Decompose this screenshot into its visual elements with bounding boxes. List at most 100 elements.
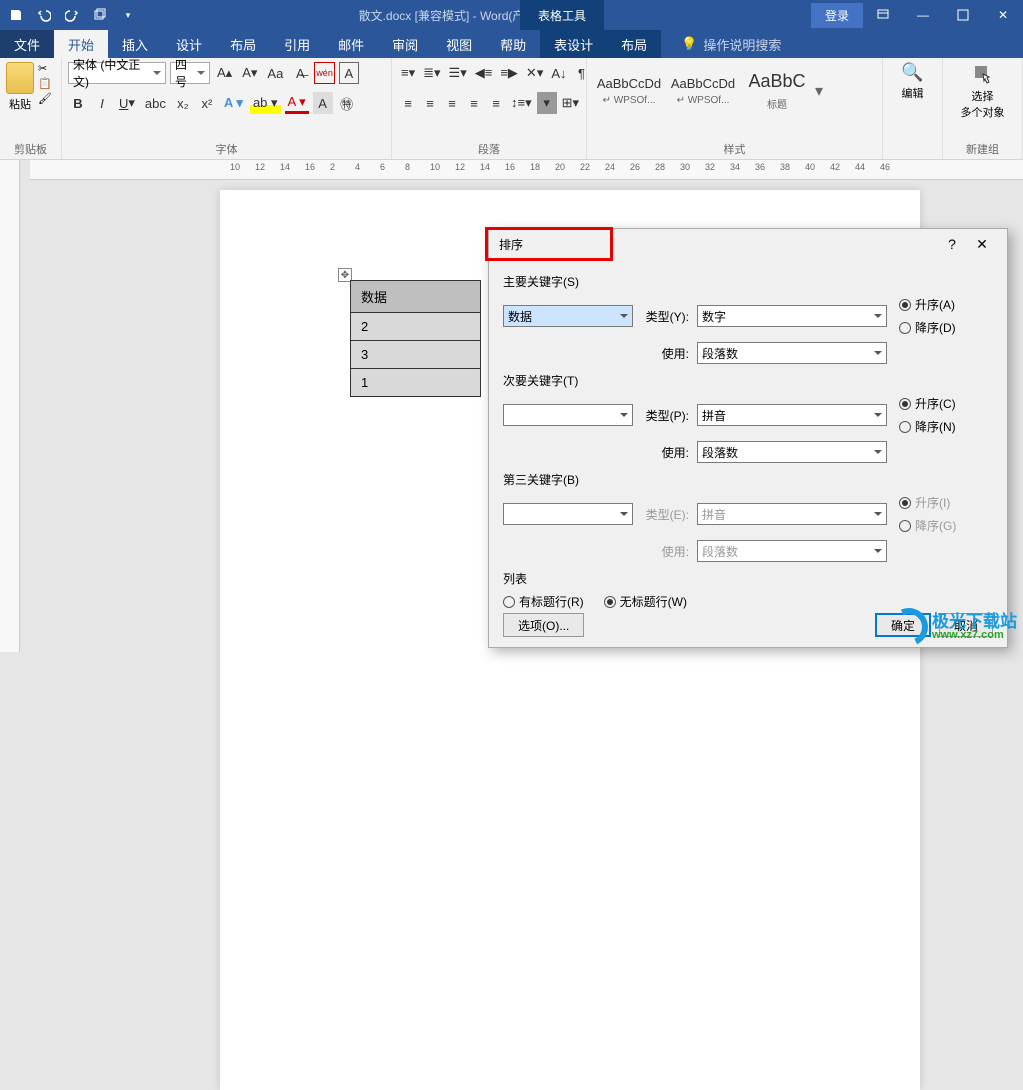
subscript-icon[interactable]: x₂ xyxy=(173,92,193,114)
document-table[interactable]: 数据 2 3 1 xyxy=(350,280,481,397)
editing-label: 编辑 xyxy=(901,85,923,101)
sort-dialog: 排序 ? ✕ 主要关键字(S) 数据 类型(Y): 数字 升序(A) 降序(D)… xyxy=(488,228,1008,648)
shading-icon[interactable]: ▾ xyxy=(537,92,557,114)
tab-references[interactable]: 引用 xyxy=(270,30,324,58)
shrink-font-icon[interactable]: A▾ xyxy=(239,62,260,84)
select-objects-button[interactable]: 选择 多个对象 xyxy=(961,62,1005,120)
dialog-close-icon[interactable]: ✕ xyxy=(967,236,997,253)
copy-icon[interactable]: 📋 xyxy=(38,77,52,90)
dialog-body: 主要关键字(S) 数据 类型(Y): 数字 升序(A) 降序(D) 使用: 段落… xyxy=(489,259,1007,616)
format-painter-icon[interactable]: 🖌 xyxy=(38,92,52,105)
font-name-select[interactable]: 宋体 (中文正文) xyxy=(68,62,166,84)
primary-use-select[interactable]: 段落数 xyxy=(697,342,887,364)
primary-asc-radio[interactable]: 升序(A) xyxy=(899,296,956,313)
ribbon-tabs: 文件 开始 插入 设计 布局 引用 邮件 审阅 视图 帮助 表设计 布局 💡 操… xyxy=(0,30,1023,58)
text-effects-icon[interactable]: A ▾ xyxy=(221,92,246,114)
tab-help[interactable]: 帮助 xyxy=(486,30,540,58)
bullets-icon[interactable]: ≡▾ xyxy=(398,62,418,84)
enclose-char-icon[interactable]: ㊕ xyxy=(337,92,357,114)
login-button[interactable]: 登录 xyxy=(811,3,863,28)
quick-access-toolbar: ▾ xyxy=(0,7,136,23)
line-spacing-icon[interactable]: ↕≡▾ xyxy=(508,92,535,114)
minimize-icon[interactable]: — xyxy=(903,0,943,30)
secondary-type-select[interactable]: 拼音 xyxy=(697,404,887,426)
style-preview: AaBbCcDd xyxy=(597,76,661,91)
asian-layout-icon[interactable]: ✕▾ xyxy=(523,62,546,84)
bold-icon[interactable]: B xyxy=(68,92,88,114)
highlight-icon[interactable]: ab ▾ xyxy=(250,92,281,114)
italic-icon[interactable]: I xyxy=(92,92,112,114)
third-desc-radio: 降序(G) xyxy=(899,517,956,534)
new-window-icon[interactable] xyxy=(92,7,108,23)
numbering-icon[interactable]: ≣▾ xyxy=(420,62,443,84)
align-center-icon[interactable]: ≡ xyxy=(420,92,440,114)
style-item-2[interactable]: AaBbC 标题 xyxy=(741,62,813,120)
third-key-select[interactable] xyxy=(503,503,633,525)
options-button[interactable]: 选项(O)... xyxy=(503,613,584,637)
tab-design[interactable]: 设计 xyxy=(162,30,216,58)
help-icon[interactable]: ? xyxy=(937,236,967,252)
align-right-icon[interactable]: ≡ xyxy=(442,92,462,114)
secondary-key-select[interactable] xyxy=(503,404,633,426)
tab-mailings[interactable]: 邮件 xyxy=(324,30,378,58)
tab-review[interactable]: 审阅 xyxy=(378,30,432,58)
secondary-desc-radio[interactable]: 降序(N) xyxy=(899,418,956,435)
styles-expand-icon[interactable]: ▾ xyxy=(815,62,823,120)
char-shading-icon[interactable]: A xyxy=(313,92,333,114)
multilevel-icon[interactable]: ☰▾ xyxy=(446,62,470,84)
save-icon[interactable] xyxy=(8,7,24,23)
redo-icon[interactable] xyxy=(64,7,80,23)
justify-icon[interactable]: ≡ xyxy=(464,92,484,114)
borders-icon[interactable]: ⊞▾ xyxy=(559,92,582,114)
tab-file[interactable]: 文件 xyxy=(0,30,54,58)
tab-home[interactable]: 开始 xyxy=(54,30,108,58)
primary-type-select[interactable]: 数字 xyxy=(697,305,887,327)
font-size-select[interactable]: 四号 xyxy=(170,62,210,84)
align-left-icon[interactable]: ≡ xyxy=(398,92,418,114)
decrease-indent-icon[interactable]: ◀≡ xyxy=(472,62,496,84)
primary-desc-radio[interactable]: 降序(D) xyxy=(899,319,956,336)
style-item-1[interactable]: AaBbCcDd ↵ WPSOf... xyxy=(667,62,739,120)
distribute-icon[interactable]: ≡ xyxy=(486,92,506,114)
clear-format-icon[interactable]: A̶ xyxy=(290,62,310,84)
qat-dropdown-icon[interactable]: ▾ xyxy=(120,7,136,23)
table-cell[interactable]: 1 xyxy=(351,369,481,397)
style-item-0[interactable]: AaBbCcDd ↵ WPSOf... xyxy=(593,62,665,120)
title-right-controls: 登录 — ✕ xyxy=(811,0,1023,30)
increase-indent-icon[interactable]: ≡▶ xyxy=(497,62,521,84)
secondary-use-select[interactable]: 段落数 xyxy=(697,441,887,463)
font-color-icon[interactable]: A ▾ xyxy=(285,92,309,114)
underline-icon[interactable]: U ▾ xyxy=(116,92,138,114)
paste-button[interactable]: 粘贴 xyxy=(6,62,34,112)
tab-table-layout[interactable]: 布局 xyxy=(607,30,661,58)
maximize-icon[interactable] xyxy=(943,0,983,30)
tell-me-search[interactable]: 💡 操作说明搜索 xyxy=(681,30,781,58)
table-header[interactable]: 数据 xyxy=(351,281,481,313)
table-cell[interactable]: 2 xyxy=(351,313,481,341)
watermark: 极光下载站 www.xz7.com xyxy=(890,608,1017,646)
has-header-radio[interactable]: 有标题行(R) xyxy=(503,593,584,610)
sort-icon[interactable]: A↓ xyxy=(548,62,569,84)
primary-key-select[interactable]: 数据 xyxy=(503,305,633,327)
close-icon[interactable]: ✕ xyxy=(983,0,1023,30)
strike-icon[interactable]: abc xyxy=(142,92,169,114)
change-case-icon[interactable]: Aa xyxy=(264,62,286,84)
tab-table-design[interactable]: 表设计 xyxy=(540,30,607,58)
cut-icon[interactable]: ✂ xyxy=(38,62,52,75)
secondary-asc-radio[interactable]: 升序(C) xyxy=(899,395,956,412)
radio-label: 无标题行(W) xyxy=(620,593,687,610)
tab-view[interactable]: 视图 xyxy=(432,30,486,58)
no-header-radio[interactable]: 无标题行(W) xyxy=(604,593,687,610)
table-cell[interactable]: 3 xyxy=(351,341,481,369)
phonetic-guide-icon[interactable]: wén xyxy=(314,62,335,84)
tab-layout[interactable]: 布局 xyxy=(216,30,270,58)
radio-icon xyxy=(899,520,911,532)
char-border-icon[interactable]: A xyxy=(339,62,359,84)
superscript-icon[interactable]: x² xyxy=(197,92,217,114)
find-button[interactable]: 🔍 编辑 xyxy=(901,62,923,101)
dialog-titlebar[interactable]: 排序 ? ✕ xyxy=(489,229,1007,259)
ribbon-options-icon[interactable] xyxy=(863,0,903,30)
tab-insert[interactable]: 插入 xyxy=(108,30,162,58)
grow-font-icon[interactable]: A▴ xyxy=(214,62,235,84)
undo-icon[interactable] xyxy=(36,7,52,23)
